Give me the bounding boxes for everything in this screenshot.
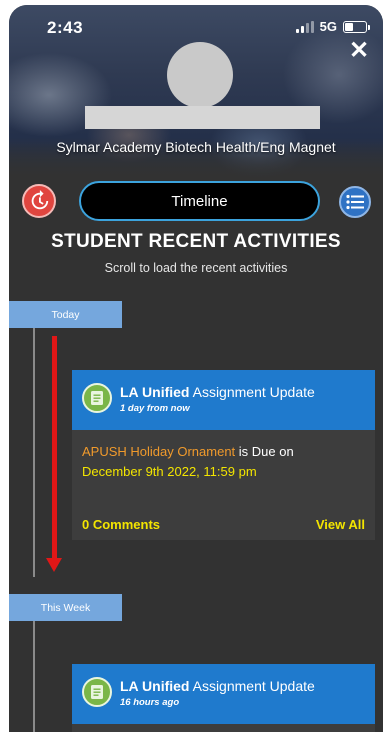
assignment-name[interactable]: APUSH Holiday Ornament xyxy=(82,444,235,459)
activity-org: LA Unified xyxy=(120,384,190,400)
activity-footer: 0 Comments View All xyxy=(82,517,365,532)
timeline-label: Timeline xyxy=(171,192,228,210)
close-icon[interactable]: ✕ xyxy=(347,39,371,63)
school-name: Sylmar Academy Biotech Health/Eng Magnet xyxy=(56,139,336,155)
activity-body: APUSH Holiday Ornament is Due on Decembe… xyxy=(72,430,375,482)
assignment-icon xyxy=(82,677,112,707)
activity-org: LA Unified xyxy=(120,678,190,694)
status-indicators: 5G xyxy=(295,19,370,34)
activity-time: 16 hours ago xyxy=(120,697,180,708)
date-group-label: Today xyxy=(51,308,80,321)
scroll-arrow-head xyxy=(46,558,62,572)
list-menu-icon xyxy=(346,194,364,210)
activity-title: LA Unified Assignment Update xyxy=(120,678,375,694)
activity-type: Assignment Update xyxy=(192,678,315,694)
menu-button[interactable] xyxy=(339,186,371,218)
battery-icon xyxy=(343,20,370,33)
activity-title: LA Unified Assignment Update xyxy=(120,384,375,400)
student-name-redacted xyxy=(85,106,320,129)
due-date: December 9th 2022, 11:59 pm xyxy=(82,464,257,479)
due-text: is Due on xyxy=(235,444,294,459)
activity-type: Assignment Update xyxy=(192,384,315,400)
history-button[interactable] xyxy=(22,184,56,218)
app-screen: 2:43 5G ✕ Sylmar Academy Biotech Health/… xyxy=(9,5,383,732)
section-title: STUDENT RECENT ACTIVITIES xyxy=(51,231,341,252)
assignment-icon xyxy=(82,383,112,413)
history-icon xyxy=(31,190,49,210)
status-time: 2:43 xyxy=(47,18,84,37)
activity-card-header: LA Unified Assignment Update 16 hours ag… xyxy=(72,664,375,724)
view-all-link[interactable]: View All xyxy=(316,517,365,532)
signal-icon xyxy=(295,20,314,33)
activity-card[interactable]: LA Unified Assignment Update 1 day from … xyxy=(72,370,375,540)
activity-card[interactable]: LA Unified Assignment Update 16 hours ag… xyxy=(72,664,375,732)
section-subtitle: Scroll to load the recent activities xyxy=(104,261,288,275)
tab-timeline[interactable]: Timeline xyxy=(79,181,320,221)
timeline-line xyxy=(33,620,35,732)
activity-card-header: LA Unified Assignment Update 1 day from … xyxy=(72,370,375,430)
date-group-today: Today xyxy=(9,301,122,328)
date-group-this-week: This Week xyxy=(9,594,122,621)
date-group-label: This Week xyxy=(40,601,91,614)
comments-link[interactable]: 0 Comments xyxy=(82,517,160,532)
activity-time: 1 day from now xyxy=(120,403,190,414)
network-type: 5G xyxy=(319,19,337,34)
scroll-arrow xyxy=(52,336,57,559)
avatar xyxy=(167,42,233,108)
timeline-line xyxy=(33,327,35,577)
